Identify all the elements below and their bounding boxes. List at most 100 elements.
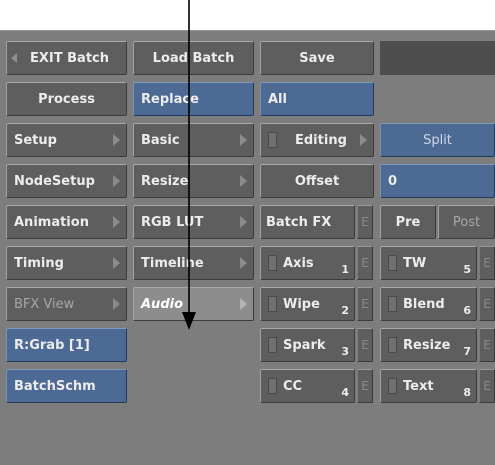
indicator-icon <box>388 378 397 394</box>
pre-button[interactable]: Pre <box>380 205 436 239</box>
cc-label: CC <box>283 378 303 394</box>
offset-label-button: Offset <box>260 164 374 198</box>
rgb-lut-label: RGB LUT <box>141 214 204 230</box>
wipe-button[interactable]: Wipe 2 <box>260 287 355 321</box>
indicator-icon <box>268 378 277 394</box>
indicator-icon <box>268 132 277 148</box>
axis-label: Axis <box>283 255 314 271</box>
pre-label: Pre <box>395 214 421 230</box>
e-label: E <box>361 338 369 352</box>
submenu-arrow-icon <box>240 216 247 228</box>
axis-button[interactable]: Axis 1 <box>260 246 355 280</box>
basic-label: Basic <box>141 132 180 148</box>
offset-value-field[interactable]: 0 <box>380 164 495 198</box>
spark-e-button[interactable]: E <box>357 328 373 362</box>
resize-fx-label: Resize <box>403 337 451 353</box>
text-e-button[interactable]: E <box>479 369 495 403</box>
resize-fx-button[interactable]: Resize 7 <box>380 328 477 362</box>
submenu-arrow-icon <box>240 298 247 310</box>
timing-label: Timing <box>14 255 64 271</box>
post-button[interactable]: Post <box>438 205 495 239</box>
e-label: E <box>361 297 369 311</box>
submenu-arrow-icon <box>240 257 247 269</box>
setup-button[interactable]: Setup <box>6 123 127 157</box>
batch-fx-button[interactable]: Batch FX <box>260 205 355 239</box>
setup-label: Setup <box>14 132 57 148</box>
split-label: Split <box>423 132 452 148</box>
replace-button[interactable]: Replace <box>133 82 254 116</box>
tw-button[interactable]: TW 5 <box>380 246 477 280</box>
axis-e-button[interactable]: E <box>357 246 373 280</box>
indicator-icon <box>388 337 397 353</box>
submenu-arrow-icon <box>240 175 247 187</box>
all-button[interactable]: All <box>260 82 374 116</box>
batchschm-button[interactable]: BatchSchm <box>6 369 127 403</box>
e-label: E <box>483 379 491 393</box>
cc-button[interactable]: CC 4 <box>260 369 355 403</box>
blend-e-button[interactable]: E <box>479 287 495 321</box>
blend-button[interactable]: Blend 6 <box>380 287 477 321</box>
blend-label: Blend <box>403 296 445 312</box>
all-label: All <box>268 91 287 107</box>
load-batch-label: Load Batch <box>152 50 235 66</box>
basic-button[interactable]: Basic <box>133 123 254 157</box>
axis-number: 1 <box>341 263 349 276</box>
audio-button[interactable]: Audio <box>133 287 254 321</box>
wipe-label: Wipe <box>283 296 320 312</box>
indicator-icon <box>388 255 397 271</box>
rgrab-button[interactable]: R:Grab [1] <box>6 328 127 362</box>
rgb-lut-button[interactable]: RGB LUT <box>133 205 254 239</box>
timeline-label: Timeline <box>141 255 204 271</box>
text-button[interactable]: Text 8 <box>380 369 477 403</box>
submenu-arrow-icon <box>360 134 367 146</box>
e-label: E <box>361 256 369 270</box>
audio-label: Audio <box>141 296 184 312</box>
rgrab-label: R:Grab [1] <box>14 337 90 353</box>
timing-button[interactable]: Timing <box>6 246 127 280</box>
split-button[interactable]: Split <box>380 123 495 157</box>
e-label: E <box>483 297 491 311</box>
e-label: E <box>483 338 491 352</box>
submenu-arrow-icon <box>113 134 120 146</box>
submenu-arrow-icon <box>113 216 120 228</box>
resize-menu-label: Resize <box>141 173 189 189</box>
load-batch-button[interactable]: Load Batch <box>133 41 254 75</box>
timeline-button[interactable]: Timeline <box>133 246 254 280</box>
resize-fx-number: 7 <box>463 345 471 358</box>
left-arrow-icon <box>11 53 17 63</box>
offset-label: Offset <box>294 173 340 189</box>
wipe-number: 2 <box>341 304 349 317</box>
save-button[interactable]: Save <box>260 41 374 75</box>
resize-menu-button[interactable]: Resize <box>133 164 254 198</box>
bfx-view-button[interactable]: BFX View <box>6 287 127 321</box>
exit-batch-button[interactable]: EXIT Batch <box>6 41 127 75</box>
nodesetup-button[interactable]: NodeSetup <box>6 164 127 198</box>
process-button[interactable]: Process <box>6 82 127 116</box>
editing-button[interactable]: Editing <box>260 123 374 157</box>
spark-label: Spark <box>283 337 326 353</box>
status-bar <box>380 41 495 75</box>
submenu-arrow-icon <box>240 134 247 146</box>
e-label: E <box>361 215 369 229</box>
submenu-arrow-icon <box>113 298 120 310</box>
text-number: 8 <box>463 386 471 399</box>
text-label: Text <box>403 378 434 394</box>
post-label: Post <box>452 214 481 230</box>
batch-fx-e-button[interactable]: E <box>357 205 373 239</box>
process-label: Process <box>38 91 95 107</box>
editing-label: Editing <box>295 132 347 148</box>
cc-e-button[interactable]: E <box>357 369 373 403</box>
cc-number: 4 <box>341 386 349 399</box>
spark-button[interactable]: Spark 3 <box>260 328 355 362</box>
resize-fx-e-button[interactable]: E <box>479 328 495 362</box>
wipe-e-button[interactable]: E <box>357 287 373 321</box>
animation-button[interactable]: Animation <box>6 205 127 239</box>
indicator-icon <box>388 296 397 312</box>
save-label: Save <box>299 50 335 66</box>
bfx-view-label: BFX View <box>14 296 75 312</box>
e-label: E <box>361 379 369 393</box>
tw-e-button[interactable]: E <box>479 246 495 280</box>
e-label: E <box>483 256 491 270</box>
batch-menu-panel: EXIT Batch Process Setup NodeSetup Anima… <box>0 30 495 465</box>
replace-label: Replace <box>141 91 199 107</box>
